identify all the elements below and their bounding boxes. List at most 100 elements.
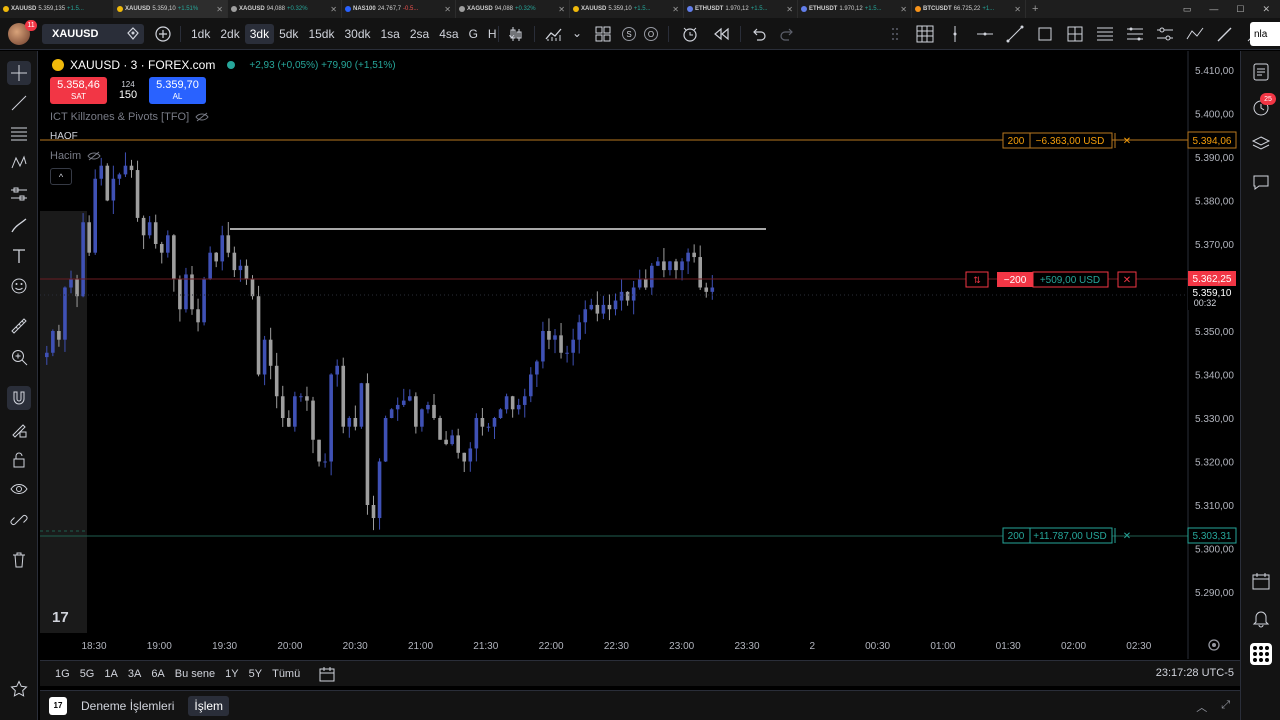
- crosshair-icon[interactable]: [7, 61, 31, 85]
- bell-icon[interactable]: [1250, 607, 1272, 629]
- channel-icon[interactable]: [1120, 18, 1150, 50]
- interval-5dk[interactable]: 5dk: [274, 24, 303, 44]
- watchlist-icon[interactable]: [1250, 61, 1272, 83]
- trend-line-icon[interactable]: [1000, 18, 1030, 50]
- range-5y[interactable]: 5Y: [244, 668, 267, 680]
- lock-drawing-icon[interactable]: [7, 417, 31, 441]
- pattern-icon[interactable]: [7, 151, 31, 175]
- interval-15dk[interactable]: 15dk: [303, 24, 339, 44]
- browser-tab[interactable]: XAGUSD 94,088 +0.32% ✕: [456, 0, 570, 18]
- apps-grid-icon[interactable]: [1250, 643, 1272, 665]
- maximize-panel-icon[interactable]: ⤢: [1221, 699, 1230, 715]
- forecast-icon[interactable]: [7, 182, 31, 206]
- tab-trade[interactable]: İşlem: [188, 695, 230, 716]
- interval-2dk[interactable]: 2dk: [215, 24, 244, 44]
- close-icon[interactable]: ✕: [1123, 275, 1131, 286]
- maximize-icon[interactable]: ☐: [1236, 4, 1244, 15]
- browser-tab[interactable]: XAUUSD 5.359,10 +1.5... ✕: [570, 0, 684, 18]
- candle-type-icon[interactable]: [507, 25, 525, 43]
- indicators-icon[interactable]: [545, 25, 563, 43]
- close-icon[interactable]: ✕: [558, 5, 565, 14]
- interval-4sa[interactable]: 4sa: [434, 24, 463, 44]
- browser-tab[interactable]: BTCUSDT 66.725,22 +1... ✕: [912, 0, 1026, 18]
- browser-tab[interactable]: ETHUSDT 1.970,12 +1.5... ✕: [798, 0, 912, 18]
- close-icon[interactable]: ✕: [1014, 5, 1021, 14]
- close-icon[interactable]: ✕: [672, 5, 679, 14]
- hidden-eye-icon[interactable]: [87, 151, 101, 161]
- take-profit-order[interactable]: 200 −6.363,00 USD ✕: [1002, 132, 1131, 149]
- magnet-icon[interactable]: [7, 386, 31, 410]
- templates-icon[interactable]: [594, 25, 612, 43]
- chart-canvas[interactable]: 5.410,00 5.400,00 5.390,00 5.380,00 5.370,00…: [40, 51, 1240, 659]
- rectangle-icon[interactable]: [1030, 18, 1060, 50]
- quantity-field[interactable]: 124 150: [110, 80, 146, 101]
- lock-icon[interactable]: [7, 448, 31, 472]
- link-icon[interactable]: [7, 508, 31, 532]
- close-icon[interactable]: ✕: [1123, 136, 1131, 147]
- layout-icon[interactable]: ▭: [1183, 4, 1192, 15]
- goto-date-icon[interactable]: [319, 666, 335, 682]
- chevron-up-icon[interactable]: ︿: [1196, 699, 1207, 715]
- brush-icon[interactable]: [1210, 18, 1240, 50]
- add-symbol-icon[interactable]: [154, 25, 172, 43]
- strategy-o-button[interactable]: O: [644, 27, 658, 41]
- range-1g[interactable]: 1G: [50, 668, 75, 680]
- browser-tab-active[interactable]: XAUUSD 5.359,10 +1.51% ✕: [114, 0, 228, 18]
- text-icon[interactable]: [7, 244, 31, 268]
- collapse-legend-button[interactable]: ^: [50, 168, 72, 185]
- indicator-killzones[interactable]: ICT Killzones & Pivots [TFO]: [50, 111, 209, 123]
- grid-layout-icon[interactable]: [910, 18, 940, 50]
- settings-lines-icon[interactable]: [1150, 18, 1180, 50]
- range-5g[interactable]: 5G: [75, 668, 100, 680]
- range-all[interactable]: Tümü: [267, 668, 305, 680]
- stop-loss-order[interactable]: 200 +11.787,00 USD ✕: [1002, 527, 1131, 544]
- chevron-down-icon[interactable]: ⌄: [572, 26, 582, 40]
- long-position-icon[interactable]: [1060, 18, 1090, 50]
- alert-icon[interactable]: [681, 25, 699, 43]
- trash-icon[interactable]: [7, 548, 31, 572]
- close-icon[interactable]: ✕: [330, 5, 337, 14]
- reverse-icon[interactable]: ⇅: [973, 275, 981, 285]
- price-chart[interactable]: 5.410,00 5.400,00 5.390,00 5.380,00 5.370,00…: [40, 51, 1240, 659]
- browser-tab[interactable]: ETHUSDT 1.970,12 +1.5... ✕: [684, 0, 798, 18]
- grip-icon[interactable]: [880, 18, 910, 50]
- clock-timezone[interactable]: 23:17:28 UTC-5: [1156, 667, 1234, 679]
- brush-icon[interactable]: [7, 213, 31, 237]
- range-1a[interactable]: 1A: [99, 668, 122, 680]
- interval-30dk[interactable]: 30dk: [339, 24, 375, 44]
- star-icon[interactable]: [7, 677, 31, 701]
- interval-2sa[interactable]: 2sa: [405, 24, 434, 44]
- ruler-icon[interactable]: [7, 314, 31, 338]
- compare-icon[interactable]: [126, 27, 140, 41]
- calendar-icon[interactable]: [1250, 570, 1272, 592]
- range-ytd[interactable]: Bu sene: [170, 668, 220, 680]
- range-1y[interactable]: 1Y: [220, 668, 243, 680]
- indicator-volume[interactable]: Hacim: [50, 150, 101, 162]
- range-3a[interactable]: 3A: [123, 668, 146, 680]
- legend-title[interactable]: XAUUSD · 3 · FOREX.com: [70, 58, 215, 72]
- trend-line-icon[interactable]: [7, 91, 31, 115]
- new-tab-icon[interactable]: +: [1026, 3, 1044, 15]
- redo-icon[interactable]: [779, 25, 797, 43]
- browser-tab[interactable]: NAS100 24.767,7 -0.5... ✕: [342, 0, 456, 18]
- browser-tab[interactable]: XAGUSD 94,088 +0.32% ✕: [228, 0, 342, 18]
- symbol-search[interactable]: XAUUSD: [42, 24, 144, 44]
- vertical-line-icon[interactable]: [940, 18, 970, 50]
- sell-button[interactable]: 5.358,46 SAT: [50, 77, 107, 104]
- minimize-icon[interactable]: —: [1209, 4, 1218, 14]
- tab-paper-trading[interactable]: Deneme İşlemleri: [75, 696, 180, 716]
- layers-icon[interactable]: [1250, 133, 1272, 155]
- zoom-icon[interactable]: [7, 345, 31, 369]
- range-6a[interactable]: 6A: [146, 668, 169, 680]
- fib-icon[interactable]: [7, 121, 31, 145]
- close-icon[interactable]: ✕: [216, 5, 223, 14]
- close-icon[interactable]: ✕: [900, 5, 907, 14]
- chat-icon[interactable]: [1250, 171, 1272, 193]
- interval-g[interactable]: G: [464, 24, 483, 44]
- strategy-s-button[interactable]: S: [622, 27, 636, 41]
- emoji-icon[interactable]: [7, 274, 31, 298]
- close-icon[interactable]: ✕: [786, 5, 793, 14]
- replay-icon[interactable]: [712, 25, 730, 43]
- close-window-icon[interactable]: ✕: [1262, 4, 1270, 15]
- buy-button[interactable]: 5.359,70 AL: [149, 77, 206, 104]
